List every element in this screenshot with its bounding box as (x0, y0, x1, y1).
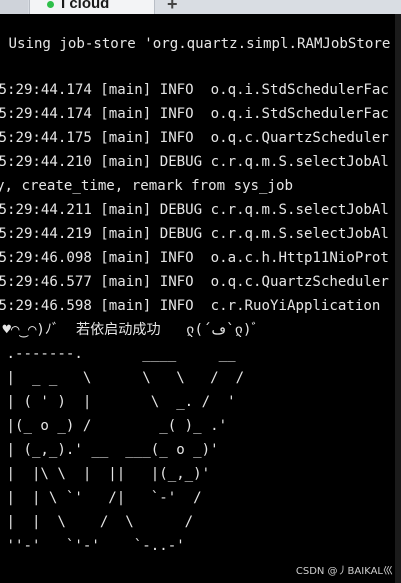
ascii-art-line: | |\ \ | || |(_,_)' (0, 466, 211, 482)
tab-bar-left (0, 0, 28, 14)
console-line: 15:29:44.174 [main] INFO o.q.i.StdSchedu… (0, 106, 389, 122)
console-line: Using job-store 'org.quartz.simpl.RAMJob… (0, 36, 391, 52)
console-line: 15:29:44.211 [main] DEBUG c.r.q.m.S.sele… (0, 202, 389, 218)
new-tab-button[interactable]: + (167, 0, 178, 15)
ascii-art-line: ''-' `'-' `-..-' (0, 538, 185, 554)
tab-bar: I cloud × + (0, 0, 401, 15)
console-line: 15:29:46.598 [main] INFO c.r.RuoYiApplic… (0, 298, 381, 314)
console-line: 15:29:46.098 [main] INFO o.a.c.h.Http11N… (0, 250, 389, 266)
console-line: 15:29:44.175 [main] INFO o.q.c.QuartzSch… (0, 130, 389, 146)
tab-i-cloud[interactable]: I cloud × (29, 0, 155, 14)
console-line: y, create_time, remark from sys_job (0, 178, 293, 194)
watermark: CSDN @丿BAIKAL巛 (295, 566, 393, 577)
console-line: 15:29:44.174 [main] INFO o.q.i.StdSchedu… (0, 82, 389, 98)
ascii-art-line: | ( ' ) | \ _. / ' (0, 394, 236, 410)
terminal-output[interactable]: Using job-store 'org.quartz.simpl.RAMJob… (0, 14, 401, 583)
ascii-art-line: |(_ o _) / _( )_ .' (0, 418, 228, 434)
scrollbar[interactable] (395, 14, 401, 583)
startup-banner-line: (♥◠‿◠)ﾉﾞ 若依启动成功 ლ(´ڡ`ლ)ﾞ (0, 322, 259, 338)
ascii-art-line: | (_,_).' __ ___(_ o _)' (0, 442, 219, 458)
status-dot-icon (47, 1, 54, 8)
console-line: 15:29:44.210 [main] DEBUG c.r.q.m.S.sele… (0, 154, 389, 170)
ascii-art-line: | _ _ \ \ \ / / (0, 370, 245, 386)
ascii-art-line: | | \ `' /| `-' / (0, 490, 202, 506)
console-line: 15:29:46.577 [main] INFO o.q.c.QuartzSch… (0, 274, 389, 290)
tab-title: I cloud (61, 0, 110, 12)
console-line: 15:29:44.219 [main] DEBUG c.r.q.m.S.sele… (0, 226, 389, 242)
ascii-art-line: .-------. ____ __ (0, 346, 236, 362)
ascii-art-line: | | \ / \ / (0, 514, 194, 530)
